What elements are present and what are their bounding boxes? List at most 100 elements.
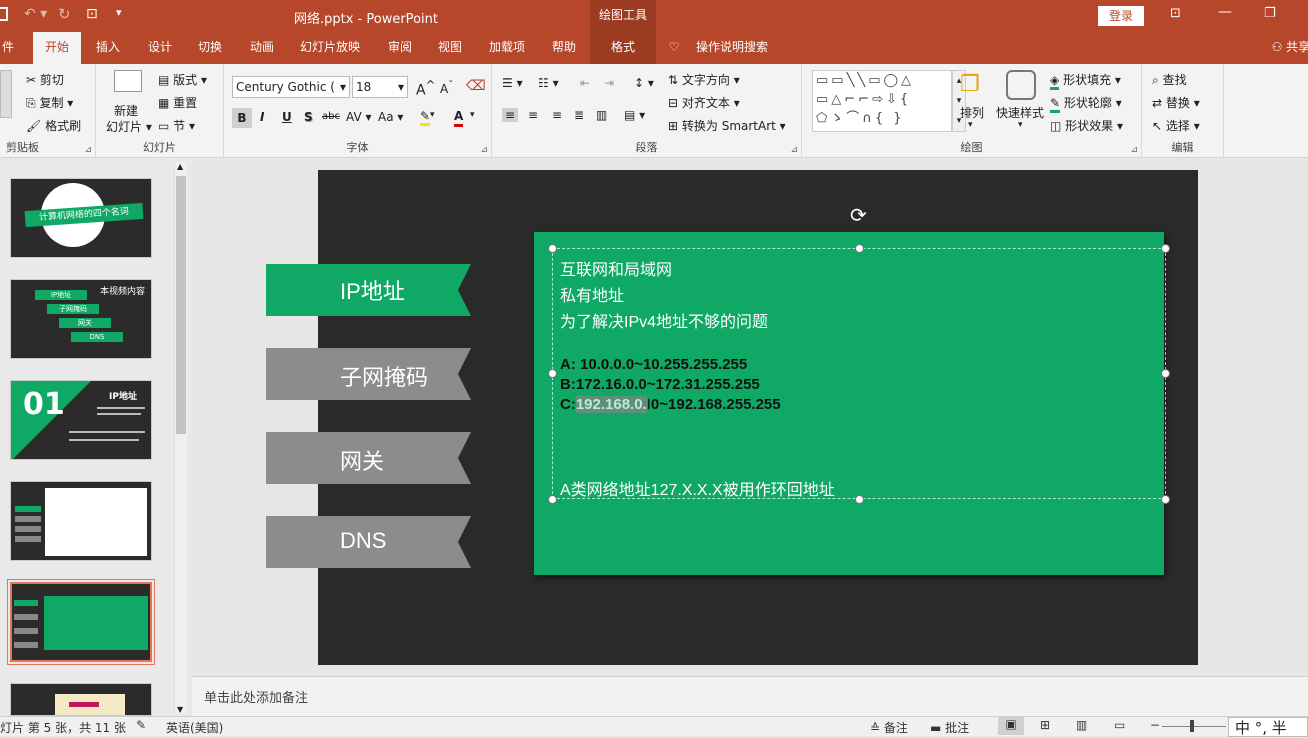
- slideshow-icon[interactable]: ▭: [1114, 718, 1125, 732]
- layout-button[interactable]: ▤ 版式 ▾: [158, 71, 207, 88]
- grow-font-button[interactable]: A^: [416, 78, 435, 99]
- tab-home[interactable]: 开始: [33, 32, 81, 64]
- font-name-select[interactable]: Century Gothic (▾: [232, 76, 350, 98]
- distributed-icon[interactable]: ▥: [596, 108, 607, 122]
- arrange-icon[interactable]: ❐: [960, 72, 980, 97]
- tab-view[interactable]: 视图: [430, 32, 470, 64]
- new-slide-label[interactable]: 新建: [114, 102, 138, 119]
- font-dialog-launcher-icon[interactable]: ⊿: [480, 145, 488, 155]
- customize-qat-icon[interactable]: ▾: [116, 6, 122, 19]
- resize-handle[interactable]: [1161, 244, 1170, 253]
- tab-file[interactable]: 件: [0, 32, 16, 64]
- save-icon[interactable]: [0, 7, 8, 21]
- format-painter-button[interactable]: 🖌 格式刷: [26, 117, 81, 134]
- highlight-dropdown-icon[interactable]: ▾: [430, 110, 435, 120]
- shape-fill-button[interactable]: ◈ 形状填充 ▾: [1050, 71, 1121, 90]
- zoom-out-icon[interactable]: −: [1150, 718, 1160, 732]
- align-text-button[interactable]: ⊟ 对齐文本 ▾: [668, 94, 740, 111]
- tab-help[interactable]: 帮助: [544, 32, 584, 64]
- shape-effects-button[interactable]: ◫ 形状效果 ▾: [1050, 117, 1123, 134]
- bullets-icon[interactable]: ☰ ▾: [502, 76, 523, 90]
- slide-thumbnail-5-active[interactable]: [7, 579, 155, 665]
- thumbnail-scrollbar[interactable]: ▲ ▼: [174, 162, 187, 714]
- font-color-icon[interactable]: A: [454, 108, 464, 127]
- language-status[interactable]: 英语(美国): [166, 719, 223, 736]
- tab-format[interactable]: 格式: [590, 32, 656, 64]
- italic-button[interactable]: I: [260, 110, 264, 124]
- replace-button[interactable]: ⇄ 替换 ▾: [1152, 94, 1200, 111]
- bold-button[interactable]: B: [232, 108, 252, 128]
- reset-button[interactable]: ▦ 重置: [158, 94, 197, 111]
- highlight-icon[interactable]: ✎: [420, 109, 431, 126]
- resize-handle[interactable]: [548, 244, 557, 253]
- char-spacing-button[interactable]: AV ▾: [346, 110, 372, 124]
- resize-handle[interactable]: [855, 495, 864, 504]
- resize-handle[interactable]: [548, 369, 557, 378]
- notes-pane[interactable]: 单击此处添加备注: [192, 676, 1308, 716]
- cut-button[interactable]: ✂ 剪切: [26, 71, 64, 88]
- tab-addins[interactable]: 加载项: [482, 32, 532, 64]
- font-color-dropdown-icon[interactable]: ▾: [470, 110, 475, 120]
- copy-button[interactable]: ⎘ 复制 ▾: [26, 94, 73, 111]
- drawing-dialog-launcher-icon[interactable]: ⊿: [1130, 145, 1138, 155]
- tab-review[interactable]: 审阅: [380, 32, 420, 64]
- notes-button[interactable]: ≙ 备注: [870, 719, 908, 736]
- tab-insert[interactable]: 插入: [88, 32, 128, 64]
- shrink-font-button[interactable]: Aˇ: [440, 80, 453, 96]
- tab-slideshow[interactable]: 幻灯片放映: [294, 32, 366, 64]
- scroll-up-icon[interactable]: ▲: [177, 162, 183, 171]
- columns-icon[interactable]: ▤ ▾: [624, 108, 645, 122]
- share-button[interactable]: 共享: [1286, 32, 1308, 64]
- align-right-icon[interactable]: ≡: [552, 108, 562, 122]
- tab-transitions[interactable]: 切换: [190, 32, 230, 64]
- redo-icon[interactable]: ↻: [58, 5, 71, 23]
- increase-indent-icon[interactable]: ⇥: [604, 76, 614, 90]
- zoom-slider[interactable]: [1162, 726, 1226, 727]
- ime-indicator[interactable]: 中 °, 半: [1228, 717, 1308, 737]
- ribbon-display-options-icon[interactable]: ⊡: [1170, 6, 1181, 21]
- slide-thumbnail-4[interactable]: [10, 481, 152, 561]
- numbering-icon[interactable]: ☷ ▾: [538, 76, 559, 90]
- notes-placeholder[interactable]: 单击此处添加备注: [204, 687, 308, 706]
- slide-thumbnail-6[interactable]: [10, 683, 152, 716]
- login-button[interactable]: 登录: [1098, 6, 1144, 26]
- align-center-icon[interactable]: ≡: [528, 108, 538, 122]
- tab-design[interactable]: 设计: [140, 32, 180, 64]
- convert-smartart-button[interactable]: ⊞ 转换为 SmartArt ▾: [668, 117, 786, 134]
- slide-thumbnail-1[interactable]: 计算机网络的四个名词: [10, 178, 152, 258]
- comments-button[interactable]: ▬ 批注: [930, 719, 969, 736]
- slide-thumbnail-2[interactable]: 本视频内容 IP地址 子网掩码 网关 DNS: [10, 279, 152, 359]
- zoom-slider-thumb[interactable]: [1190, 720, 1194, 732]
- section-button[interactable]: ▭ 节 ▾: [158, 117, 195, 134]
- text-direction-button[interactable]: ⇅ 文字方向 ▾: [668, 71, 740, 88]
- tell-me-search[interactable]: 操作说明搜索: [692, 32, 772, 64]
- quick-styles-button[interactable]: 快速样式: [996, 104, 1044, 121]
- underline-button[interactable]: U: [282, 110, 292, 124]
- paragraph-dialog-launcher-icon[interactable]: ⊿: [790, 145, 798, 155]
- paste-icon[interactable]: [0, 70, 12, 118]
- font-size-select[interactable]: 18 ▾: [352, 76, 408, 98]
- minimize-icon[interactable]: —: [1218, 4, 1232, 20]
- align-left-icon[interactable]: ≡: [502, 108, 519, 122]
- undo-icon[interactable]: ↶ ▾: [24, 6, 47, 22]
- arrange-button[interactable]: 排列: [960, 104, 984, 121]
- reading-view-icon[interactable]: ▥: [1076, 718, 1087, 732]
- decrease-indent-icon[interactable]: ⇤: [580, 76, 590, 90]
- tab-animations[interactable]: 动画: [242, 32, 282, 64]
- dialog-launcher-icon[interactable]: ⊿: [84, 145, 92, 155]
- scroll-down-icon[interactable]: ▼: [177, 705, 183, 714]
- proofing-icon[interactable]: ✎: [136, 718, 146, 732]
- change-case-button[interactable]: Aa ▾: [378, 110, 403, 124]
- new-slide-label-2[interactable]: 幻灯片 ▾: [106, 118, 152, 135]
- resize-handle[interactable]: [855, 244, 864, 253]
- resize-handle[interactable]: [548, 495, 557, 504]
- find-button[interactable]: ⌕ 查找: [1152, 71, 1187, 88]
- select-button[interactable]: ↖ 选择 ▾: [1152, 117, 1200, 134]
- rotate-handle-icon[interactable]: ⟳: [850, 203, 867, 227]
- strikethrough-button[interactable]: abc: [322, 111, 340, 122]
- slide-thumbnail-3[interactable]: 01 IP地址: [10, 380, 152, 460]
- start-from-beginning-icon[interactable]: ⊡: [86, 6, 98, 22]
- resize-handle[interactable]: [1161, 495, 1170, 504]
- resize-handle[interactable]: [1161, 369, 1170, 378]
- slide-sorter-icon[interactable]: ⊞: [1040, 718, 1050, 732]
